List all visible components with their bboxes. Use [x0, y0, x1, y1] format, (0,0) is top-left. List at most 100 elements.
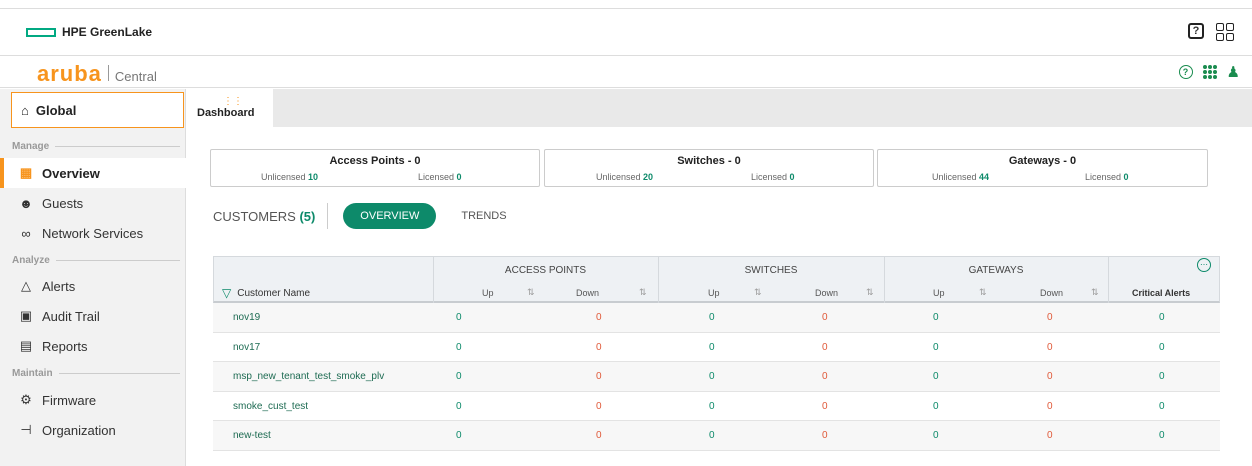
user-profile-icon[interactable]: ♟	[1227, 63, 1240, 81]
sort-icon[interactable]: ⇅	[979, 287, 987, 298]
customers-table: ACCESS POINTS SWITCHES GATEWAYS ⋯ ▽ Cust…	[213, 256, 1220, 451]
sidebar-item-label: Network Services	[42, 225, 144, 241]
critical-alerts-value: 0	[1159, 430, 1165, 441]
sort-icon[interactable]: ⇅	[866, 287, 874, 298]
group-access-points: ACCESS POINTS	[504, 265, 587, 276]
card-title: Access Points - 0	[329, 155, 421, 167]
gw-down-value: 0	[1047, 400, 1053, 412]
customer-name-link[interactable]: new-test	[233, 430, 271, 441]
table-row[interactable]: new-test 0 0 0 0 0 0 0	[213, 421, 1220, 451]
overview-grid-icon: ▦	[19, 165, 33, 180]
sort-icon[interactable]: ⇅	[527, 287, 535, 298]
group-gateways: GATEWAYS	[968, 265, 1024, 276]
customer-name-link[interactable]: msp_new_tenant_test_smoke_plv	[233, 371, 384, 382]
gw-up-value: 0	[933, 430, 939, 441]
tab-overview[interactable]: OVERVIEW	[343, 203, 437, 229]
table-row[interactable]: msp_new_tenant_test_smoke_plv 0 0 0 0 0 …	[213, 362, 1220, 392]
summary-card-access-points: Access Points - 0 Unlicensed 10 Licensed…	[210, 149, 540, 187]
sidebar: ⌂ Global Manage ▦ Overview ☻ Guests ∞ Ne…	[0, 89, 186, 466]
bell-icon: △	[21, 278, 31, 293]
sw-up-value: 0	[709, 341, 715, 353]
gw-up-header[interactable]: Up	[933, 288, 945, 298]
ap-up-value: 0	[456, 371, 462, 382]
sw-down-value: 0	[822, 430, 828, 441]
section-maintain: Maintain	[12, 368, 180, 379]
card-unlicensed: Unlicensed 20	[596, 172, 654, 182]
ap-up-header[interactable]: Up	[482, 288, 494, 298]
network-services-icon: ∞	[21, 225, 31, 241]
card-title: Switches - 0	[677, 155, 741, 167]
sidebar-item-reports[interactable]: ▤ Reports	[0, 331, 186, 361]
summary-card-switches: Switches - 0 Unlicensed 20 Licensed 0	[544, 149, 874, 187]
sidebar-item-label: Alerts	[42, 278, 76, 294]
logo-divider	[107, 65, 109, 81]
help-icon[interactable]: ?	[1188, 23, 1204, 39]
tab-dashboard[interactable]: ⋮⋮ Dashboard	[187, 89, 273, 127]
ap-down-value: 0	[596, 341, 602, 353]
hpe-brand-label: HPE GreenLake	[62, 25, 153, 39]
customer-name-link[interactable]: nov19	[233, 312, 260, 323]
tab-trends[interactable]: TRENDS	[461, 210, 506, 222]
sidebar-item-label: Firmware	[42, 392, 97, 408]
customer-name-link[interactable]: smoke_cust_test	[233, 401, 308, 412]
hpe-header: HPE GreenLake ?	[0, 8, 1252, 56]
critical-alerts-header[interactable]: Critical Alerts	[1132, 288, 1190, 298]
tab-customers[interactable]: CUSTOMERS (5)	[213, 209, 315, 224]
table-row[interactable]: nov17 0 0 0 0 0 0 0	[213, 333, 1220, 362]
table-row[interactable]: nov19 0 0 0 0 0 0 0	[213, 303, 1220, 333]
tab-divider	[327, 203, 329, 229]
gw-down-value: 0	[1047, 341, 1053, 353]
more-options-icon[interactable]: ⋯	[1197, 258, 1211, 272]
section-manage: Manage	[12, 141, 180, 152]
apps-settings-icon[interactable]	[1202, 65, 1217, 79]
ap-up-value: 0	[456, 430, 462, 441]
ap-up-value: 0	[456, 312, 462, 323]
sort-icon[interactable]: ⇅	[639, 287, 647, 298]
card-licensed: Licensed 0	[1085, 172, 1129, 182]
sidebar-item-organization[interactable]: ⊣ Organization	[0, 415, 186, 445]
sort-icon[interactable]: ⇅	[1091, 287, 1099, 298]
sidebar-item-audit-trail[interactable]: ▣ Audit Trail	[0, 301, 186, 331]
view-tabs: CUSTOMERS (5) OVERVIEW TRENDS	[213, 202, 507, 230]
table-row[interactable]: smoke_cust_test 0 0 0 0 0 0 0	[213, 392, 1220, 421]
ap-down-value: 0	[596, 430, 602, 441]
gw-down-value: 0	[1047, 430, 1053, 441]
card-title: Gateways - 0	[1008, 155, 1077, 167]
customer-name-header[interactable]: ▽ Customer Name	[222, 286, 310, 300]
card-unlicensed: Unlicensed 44	[932, 172, 990, 182]
ap-up-value: 0	[456, 400, 462, 412]
tab-strip: ⋮⋮ Dashboard	[187, 89, 1252, 127]
dashboard-icon: ⋮⋮	[223, 96, 243, 107]
sidebar-item-guests[interactable]: ☻ Guests	[0, 188, 186, 218]
sidebar-item-network-services[interactable]: ∞ Network Services	[0, 218, 186, 248]
guests-icon: ☻	[19, 195, 33, 211]
sw-up-value: 0	[709, 371, 715, 382]
sidebar-item-firmware[interactable]: ⚙ Firmware	[0, 385, 186, 415]
ap-up-value: 0	[456, 341, 462, 353]
global-scope-selector[interactable]: ⌂ Global	[11, 92, 184, 128]
critical-alerts-value: 0	[1159, 341, 1165, 353]
sw-up-value: 0	[709, 400, 715, 412]
sidebar-item-overview[interactable]: ▦ Overview	[0, 158, 186, 188]
tab-label: Dashboard	[197, 107, 255, 119]
customer-name-link[interactable]: nov17	[233, 342, 260, 353]
sidebar-item-alerts[interactable]: △ Alerts	[0, 271, 186, 301]
hpe-logo[interactable]: HPE GreenLake	[26, 25, 152, 39]
help-circle-icon[interactable]: ?	[1178, 65, 1193, 79]
critical-alerts-value: 0	[1159, 400, 1165, 412]
ap-down-value: 0	[596, 400, 602, 412]
gw-down-value: 0	[1047, 371, 1053, 382]
aruba-central-logo[interactable]: aruba Central	[37, 61, 157, 87]
app-launcher-icon[interactable]	[1216, 23, 1234, 41]
card-unlicensed: Unlicensed 10	[261, 172, 319, 182]
sw-down-header[interactable]: Down	[815, 288, 838, 298]
sort-icon[interactable]: ⇅	[754, 287, 762, 298]
sidebar-item-label: Organization	[42, 422, 116, 438]
global-label: Global	[35, 102, 77, 118]
ap-down-header[interactable]: Down	[576, 288, 599, 298]
filter-icon[interactable]: ▽	[222, 286, 231, 300]
sw-down-value: 0	[822, 312, 828, 323]
gw-down-header[interactable]: Down	[1040, 288, 1063, 298]
sw-up-header[interactable]: Up	[708, 288, 720, 298]
aruba-header: aruba Central ? ♟	[0, 57, 1252, 88]
